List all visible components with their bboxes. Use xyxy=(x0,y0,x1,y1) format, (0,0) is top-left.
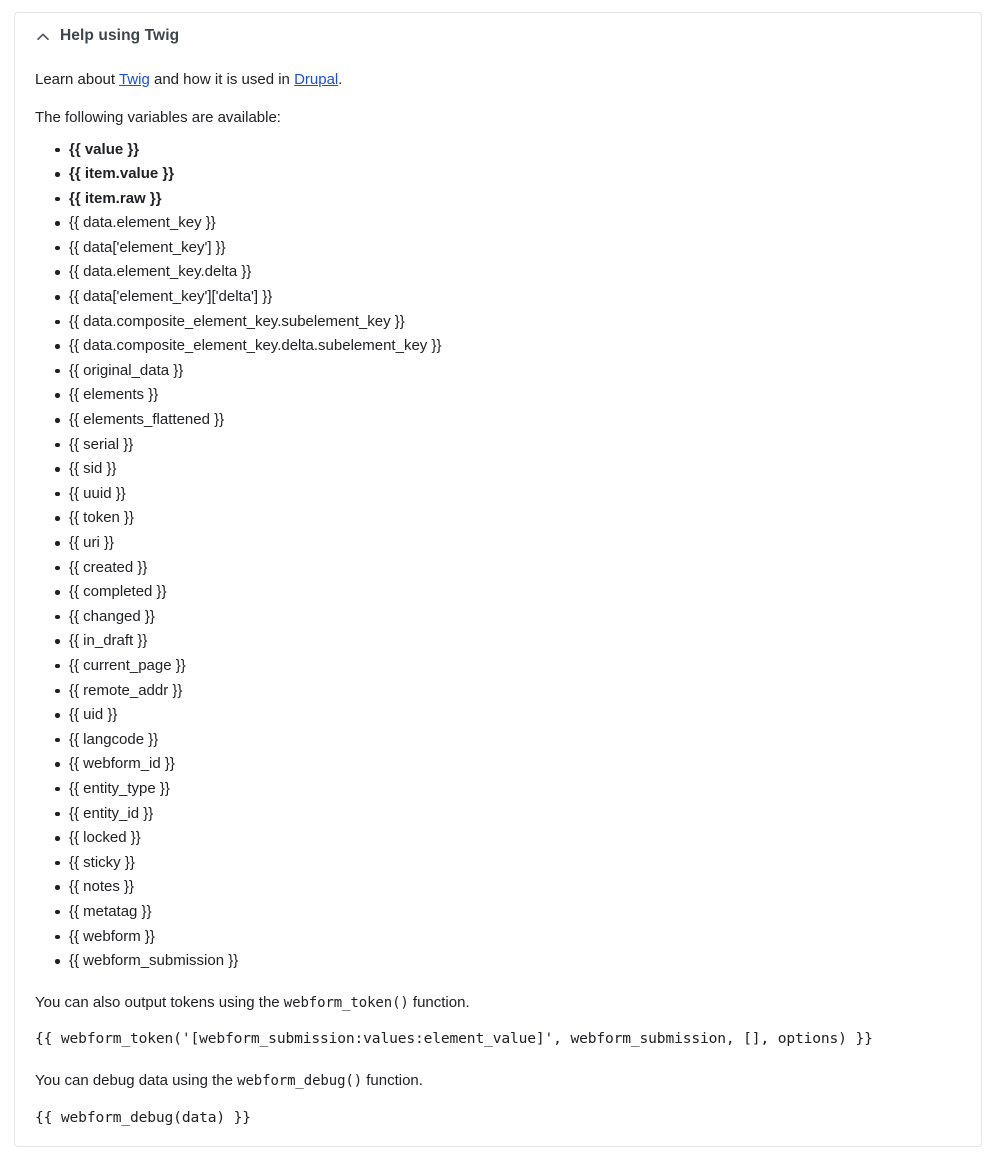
intro-text-after: . xyxy=(338,71,343,88)
variable-list-item: {{ metatag }} xyxy=(55,900,961,925)
webform-debug-inline-code: webform_debug() xyxy=(237,1072,363,1089)
variable-list-item: {{ remote_addr }} xyxy=(55,679,961,704)
variables-list: {{ value }}{{ item.value }}{{ item.raw }… xyxy=(35,138,961,974)
variable-list-item: {{ uid }} xyxy=(55,703,961,728)
webform-debug-code-block: {{ webform_debug(data) }} xyxy=(35,1108,251,1126)
variable-list-item: {{ langcode }} xyxy=(55,728,961,753)
variable-list-item: {{ entity_id }} xyxy=(55,802,961,827)
variable-list-item: {{ data.composite_element_key.delta.sube… xyxy=(55,334,961,359)
variable-list-item: {{ entity_type }} xyxy=(55,777,961,802)
tokens-note-paragraph: You can also output tokens using the web… xyxy=(35,974,961,1014)
drupal-link[interactable]: Drupal xyxy=(294,71,338,88)
variable-list-item: {{ completed }} xyxy=(55,580,961,605)
twig-link[interactable]: Twig xyxy=(119,71,150,88)
chevron-up-icon xyxy=(35,29,51,45)
webform-token-code-block: {{ webform_token('[webform_submission:va… xyxy=(35,1030,873,1048)
available-variables-heading: The following variables are available: xyxy=(35,108,281,126)
variable-list-item: {{ current_page }} xyxy=(55,654,961,679)
variable-list-item: {{ elements }} xyxy=(55,383,961,408)
variable-list-item: {{ data['element_key']['delta'] }} xyxy=(55,285,961,310)
intro-text-before: Learn about xyxy=(35,71,119,88)
variable-list-item: {{ sid }} xyxy=(55,457,961,482)
intro-paragraph: Learn about Twig and how it is used in D… xyxy=(35,55,961,91)
variable-list-item: {{ value }} xyxy=(55,138,961,163)
variable-list-item: {{ data.element_key.delta }} xyxy=(55,260,961,285)
variable-list-item: {{ created }} xyxy=(55,556,961,581)
help-panel-summary-toggle[interactable]: Help using Twig xyxy=(15,13,981,55)
variable-list-item: {{ webform_id }} xyxy=(55,752,961,777)
variable-list-item: {{ uri }} xyxy=(55,531,961,556)
variable-list-item: {{ sticky }} xyxy=(55,851,961,876)
help-panel-title: Help using Twig xyxy=(60,27,180,44)
variable-list-item: {{ serial }} xyxy=(55,433,961,458)
variable-list-item: {{ notes }} xyxy=(55,875,961,900)
variable-list-item: {{ token }} xyxy=(55,506,961,531)
debug-note-paragraph: You can debug data using the webform_deb… xyxy=(35,1050,961,1092)
variable-list-item: {{ changed }} xyxy=(55,605,961,630)
help-panel-body: Learn about Twig and how it is used in D… xyxy=(15,55,981,1146)
variable-list-item: {{ original_data }} xyxy=(55,359,961,384)
variable-list-item: {{ data['element_key'] }} xyxy=(55,236,961,261)
variable-list-item: {{ data.composite_element_key.subelement… xyxy=(55,310,961,335)
variable-list-item: {{ item.value }} xyxy=(55,162,961,187)
help-using-twig-card: Help using Twig Learn about Twig and how… xyxy=(14,12,982,1148)
intro-text-between: and how it is used in xyxy=(149,71,295,88)
variable-list-item: {{ item.raw }} xyxy=(55,187,961,212)
debug-note-before: You can debug data using the xyxy=(35,1071,238,1089)
variable-list-item: {{ in_draft }} xyxy=(55,629,961,654)
tokens-note-after: function. xyxy=(408,993,470,1011)
variable-list-item: {{ elements_flattened }} xyxy=(55,408,961,433)
debug-note-after: function. xyxy=(362,1071,423,1089)
webform-token-inline-code: webform_token() xyxy=(283,994,409,1011)
tokens-note-before: You can also output tokens using the xyxy=(35,993,284,1011)
variable-list-item: {{ locked }} xyxy=(55,826,961,851)
variable-list-item: {{ webform }} xyxy=(55,925,961,950)
variable-list-item: {{ webform_submission }} xyxy=(55,949,961,974)
variable-list-item: {{ data.element_key }} xyxy=(55,211,961,236)
variable-list-item: {{ uuid }} xyxy=(55,482,961,507)
